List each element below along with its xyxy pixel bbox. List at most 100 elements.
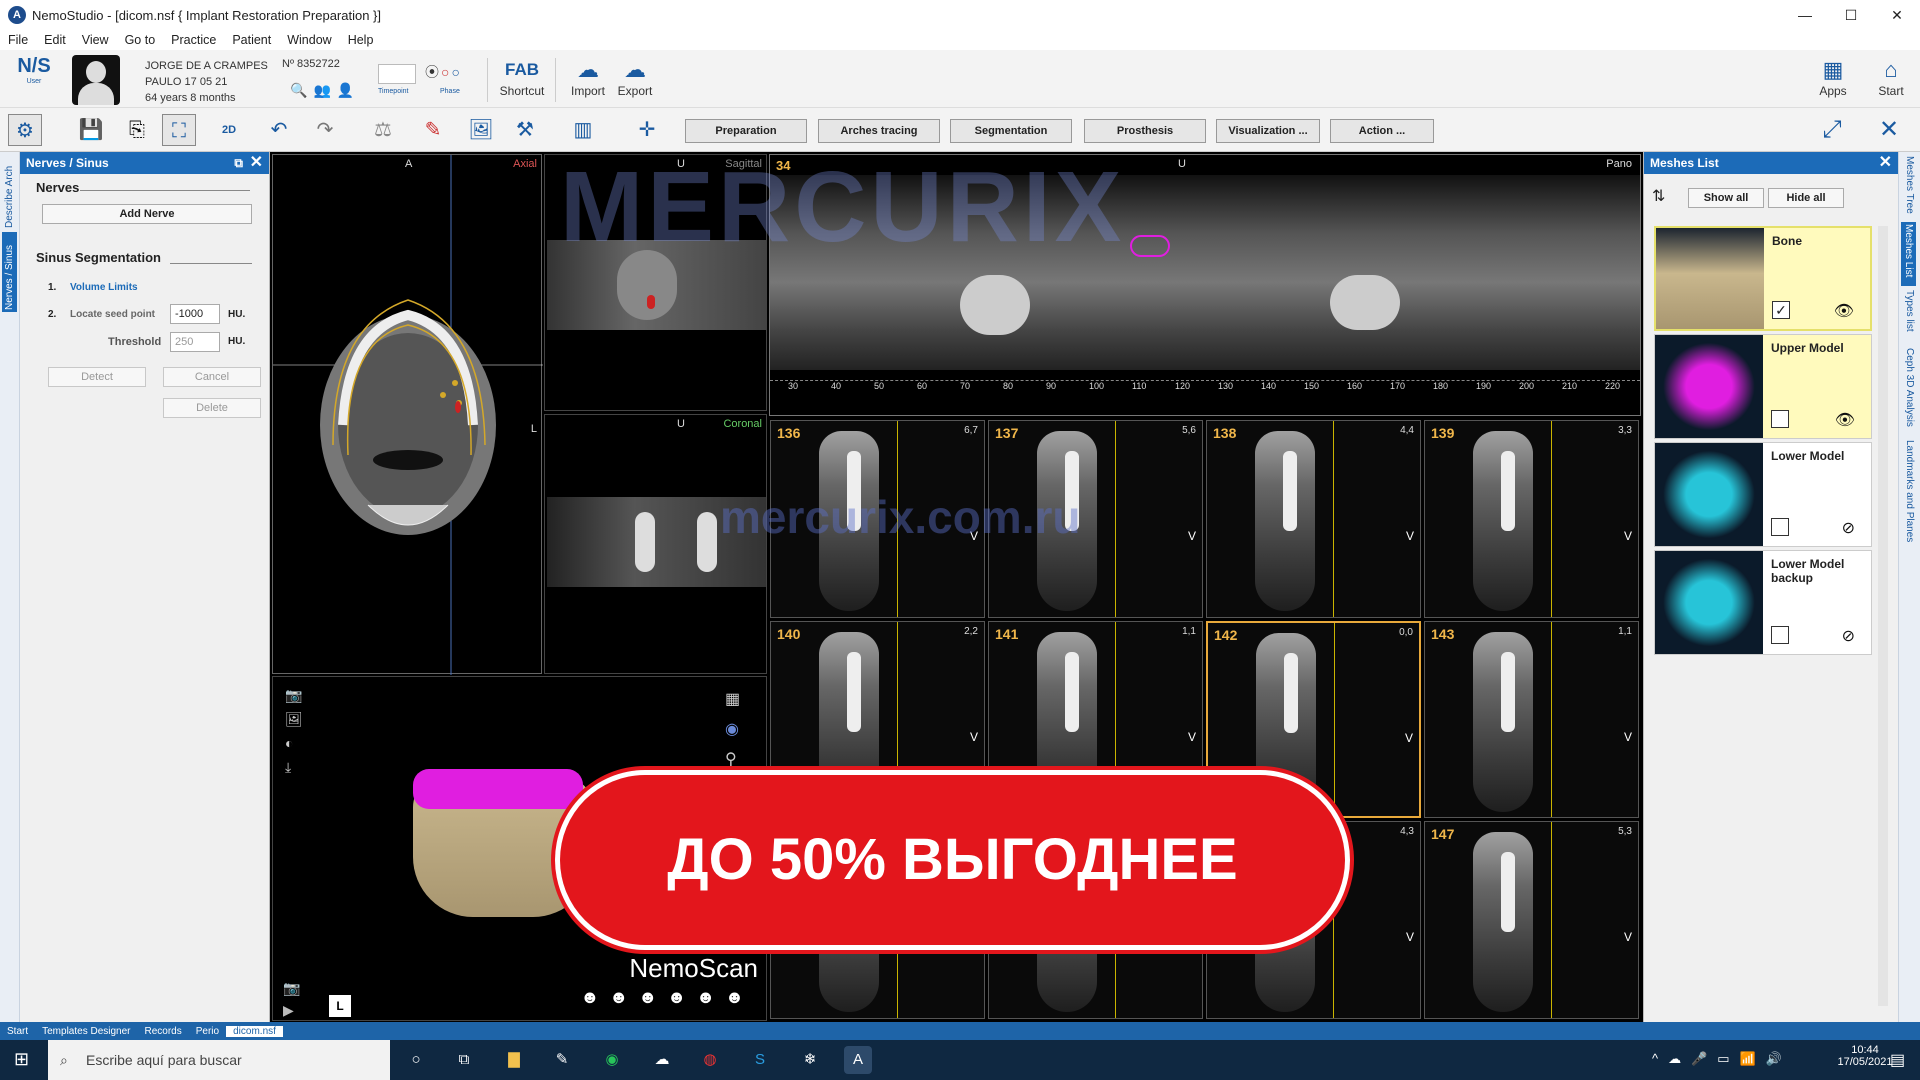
layout-icon[interactable]: ▥ [566, 114, 600, 146]
cross-section-slice[interactable]: 147 5,3 V [1424, 821, 1639, 1019]
close-meshes-icon[interactable]: ✕ [1879, 152, 1892, 174]
close-workspace-icon[interactable]: ✕ [1872, 114, 1906, 146]
import-button[interactable]: ☁ Import [565, 56, 611, 98]
whatsapp-icon[interactable]: ◉ [598, 1046, 626, 1074]
add-nerve-button[interactable]: Add Nerve [42, 204, 252, 224]
menu-goto[interactable]: Go to [117, 33, 164, 47]
menu-file[interactable]: File [0, 33, 36, 47]
cross-section-slice[interactable]: 139 3,3 V [1424, 420, 1639, 618]
workflow-segmentation[interactable]: Segmentation [950, 119, 1072, 143]
menu-view[interactable]: View [74, 33, 117, 47]
save-icon[interactable]: 💾 [74, 114, 108, 146]
tab-meshes-tree[interactable]: Meshes Tree [1904, 156, 1915, 218]
doc-tab-records[interactable]: Records [138, 1026, 189, 1037]
close-panel-icon[interactable]: ✕ [250, 152, 263, 174]
delete-button[interactable]: Delete [163, 398, 261, 418]
nerve-tool-icon[interactable]: ✎ [416, 114, 450, 146]
cortana-icon[interactable]: ○ [402, 1046, 430, 1074]
minimize-button[interactable]: — [1782, 0, 1828, 30]
download-icon[interactable]: ⤓ [285, 755, 303, 779]
tab-landmarks-planes[interactable]: Landmarks and Planes [1904, 440, 1915, 550]
mesh-item-lower-model[interactable]: Lower Model ⊘ [1654, 442, 1872, 547]
menu-patient[interactable]: Patient [224, 33, 279, 47]
tooth-icon[interactable]: ⚲ [725, 745, 740, 775]
workflow-action[interactable]: Action ... [1330, 119, 1434, 143]
crosshair-icon[interactable]: ✛ [630, 114, 664, 146]
menu-help[interactable]: Help [340, 33, 382, 47]
start-button[interactable]: ⌂ Start [1868, 56, 1914, 98]
app-icon-2[interactable]: ☁ [648, 1046, 676, 1074]
skype-icon[interactable]: S [746, 1046, 774, 1074]
mesh-visible-checkbox[interactable] [1771, 518, 1789, 536]
chrome-icon[interactable]: ◍ [696, 1046, 724, 1074]
workflow-prosthesis[interactable]: Prosthesis [1084, 119, 1206, 143]
picture-icon[interactable]: 🖼 [285, 707, 303, 731]
remove-patient-icon[interactable]: 👤 [337, 82, 354, 99]
mesh-item-bone[interactable]: Bone ✓ 👁 [1654, 226, 1872, 331]
coronal-view[interactable]: U Coronal L [544, 414, 767, 674]
view-presets[interactable]: ☻☻☻☻☻☻ [580, 987, 754, 1008]
tab-meshes-list[interactable]: Meshes List [1901, 222, 1916, 286]
workflow-preparation[interactable]: Preparation [685, 119, 807, 143]
file-explorer-icon[interactable]: ▇ [500, 1046, 528, 1074]
app-icon-3[interactable]: ❄ [796, 1046, 824, 1074]
orientation-l-button[interactable]: L [329, 995, 351, 1017]
patient-avatar[interactable] [72, 55, 120, 105]
threshold-stepper[interactable]: 250 [170, 332, 220, 352]
eye-hidden-icon[interactable]: ⊘ [1842, 518, 1855, 538]
add-patient-icon[interactable]: 👥 [313, 82, 330, 99]
system-tray-icons[interactable]: ^☁🎤▭📶🔊 [1652, 1051, 1792, 1067]
hide-all-button[interactable]: Hide all [1768, 188, 1844, 208]
eye-icon[interactable]: 👁 [1835, 410, 1855, 430]
show-all-button[interactable]: Show all [1688, 188, 1764, 208]
detect-button[interactable]: Detect [48, 367, 146, 387]
seed-value-field[interactable]: -1000 [170, 304, 220, 324]
tab-nerves-sinus[interactable]: Nerves / Sinus [2, 232, 17, 312]
workflow-visualization[interactable]: Visualization ... [1216, 119, 1320, 143]
mesh-visible-checkbox[interactable] [1771, 626, 1789, 644]
cancel-button[interactable]: Cancel [163, 367, 261, 387]
globe-icon[interactable]: ◐ [285, 731, 303, 755]
clock[interactable]: 10:44 17/05/2021 [1835, 1044, 1895, 1068]
video-icon[interactable]: ▶ [283, 999, 300, 1021]
save-as-icon[interactable]: ⎘ [120, 114, 154, 146]
apps-button[interactable]: ▦ Apps [1810, 56, 1856, 98]
undo-icon[interactable]: ↶ [262, 114, 296, 146]
notifications-icon[interactable]: ▤ [1890, 1050, 1905, 1070]
taskbar-search[interactable]: ⌕ Escribe aquí para buscar [48, 1040, 390, 1080]
menu-practice[interactable]: Practice [163, 33, 224, 47]
eye-hidden-icon[interactable]: ⊘ [1842, 626, 1855, 646]
export-button[interactable]: ☁ Export [612, 56, 658, 98]
volume-limits-link[interactable]: Volume Limits [70, 282, 138, 293]
windows-start-icon[interactable]: ⊞ [14, 1049, 29, 1070]
fit-view-icon[interactable]: ⛶ [162, 114, 196, 146]
menu-window[interactable]: Window [279, 33, 339, 47]
phase-selector-icon[interactable]: ⦿○○ [425, 62, 462, 82]
expand-icon[interactable]: ⤢ [1815, 114, 1849, 146]
task-view-icon[interactable]: ⧉ [450, 1046, 478, 1074]
axial-view[interactable]: A Axial L [272, 154, 543, 675]
doc-tab-templates[interactable]: Templates Designer [35, 1026, 137, 1037]
workflow-arches-tracing[interactable]: Arches tracing [818, 119, 940, 143]
maximize-button[interactable]: ☐ [1828, 0, 1874, 30]
timepoint-box[interactable] [378, 64, 416, 84]
search-patient-icon[interactable]: 🔍 [290, 82, 307, 99]
tab-ceph-3d[interactable]: Ceph 3D Analysis [1904, 348, 1915, 434]
camera-icon[interactable]: 📷 [285, 683, 303, 707]
tab-types-list[interactable]: Types list [1904, 290, 1915, 344]
implant-tool-icon[interactable]: ⚒ [508, 114, 542, 146]
mesh-visible-checkbox[interactable]: ✓ [1772, 301, 1790, 319]
camera-icon-2[interactable]: 📷 [283, 977, 300, 999]
sphere-icon[interactable]: ◉ [725, 715, 740, 745]
image-icon[interactable]: 🖼 [464, 114, 498, 146]
mesh-item-lower-model-backup[interactable]: Lower Model backup ⊘ [1654, 550, 1872, 655]
tools-menu-icon[interactable]: ⚙ [8, 114, 42, 146]
doc-tab-start[interactable]: Start [0, 1026, 35, 1037]
eye-icon[interactable]: 👁 [1834, 301, 1854, 321]
mode-2d-button[interactable]: 2D [212, 114, 246, 146]
cross-section-slice[interactable]: 143 1,1 V [1424, 620, 1639, 819]
nemostudio-taskbar-icon[interactable]: A [844, 1046, 872, 1074]
close-button[interactable]: ✕ [1874, 0, 1920, 30]
user-button[interactable]: N/S User [10, 55, 58, 103]
grid-icon[interactable]: ▦ [725, 685, 740, 715]
